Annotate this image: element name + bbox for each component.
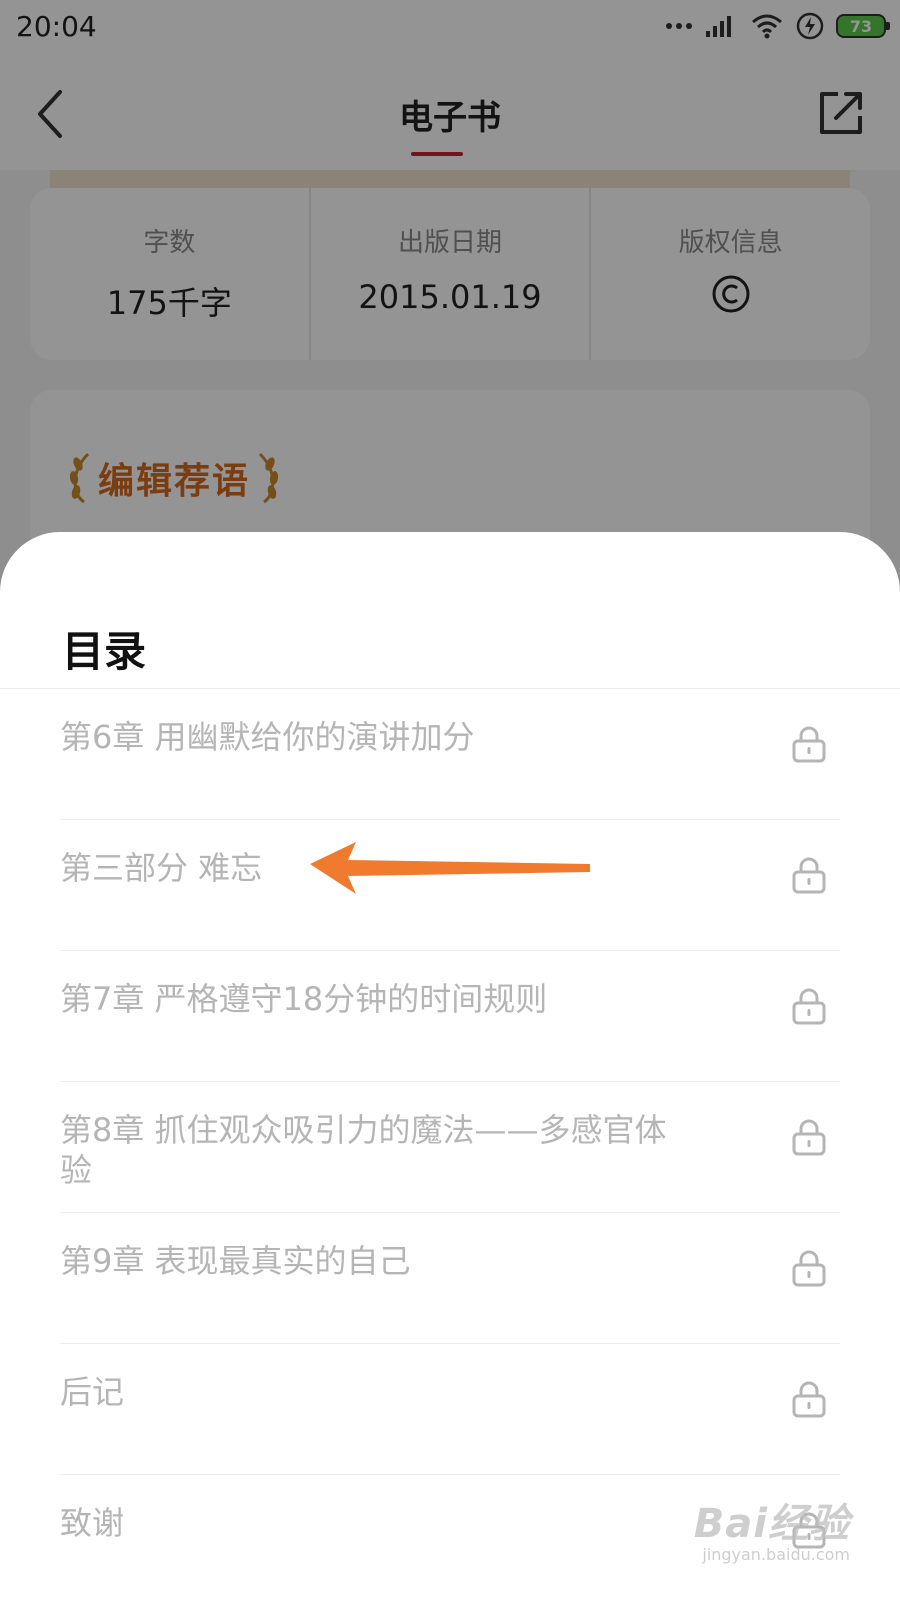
app-screen: 20:04 73 电子书 字数 175千字 出版日期 2015.01.19 版权… [0,0,900,1600]
toc-title: 目录 [62,627,147,676]
lock-icon [792,1250,826,1287]
toc-item[interactable]: 后记 [60,1344,840,1475]
toc-list: 第6章 用幽默给你的演讲加分 第三部分 难忘 第7章 严格遵守18分钟的时间规则 [60,689,840,1600]
watermark-brand: Bai经验 [693,1501,850,1547]
toc-item-label: 第9章 表现最真实的自己 [60,1242,411,1280]
toc-item[interactable]: 第8章 抓住观众吸引力的魔法——多感官体验 [60,1082,840,1213]
lock-icon [792,1119,826,1156]
toc-item[interactable]: 第6章 用幽默给你的演讲加分 [60,689,840,820]
toc-item-label: 第8章 抓住观众吸引力的魔法——多感官体验 [60,1111,667,1189]
toc-item-label: 第6章 用幽默给你的演讲加分 [60,718,475,756]
watermark: Bai经验 jingyan.baidu.com [694,1491,850,1564]
toc-item[interactable]: 第9章 表现最真实的自己 [60,1213,840,1344]
watermark-url: jingyan.baidu.com [702,1545,850,1564]
toc-item-label: 第7章 严格遵守18分钟的时间规则 [60,980,548,1018]
toc-item-label: 致谢 [60,1504,125,1542]
lock-icon [792,857,826,894]
annotation-arrow-icon [310,842,590,894]
lock-icon [792,1381,826,1418]
lock-icon [792,988,826,1025]
lock-icon [792,726,826,763]
toc-item-label: 后记 [60,1373,125,1411]
toc-sheet: 目录 第6章 用幽默给你的演讲加分 第三部分 难忘 第7章 严格遵守18分钟的时… [0,532,900,1600]
toc-item[interactable]: 第7章 严格遵守18分钟的时间规则 [60,951,840,1082]
